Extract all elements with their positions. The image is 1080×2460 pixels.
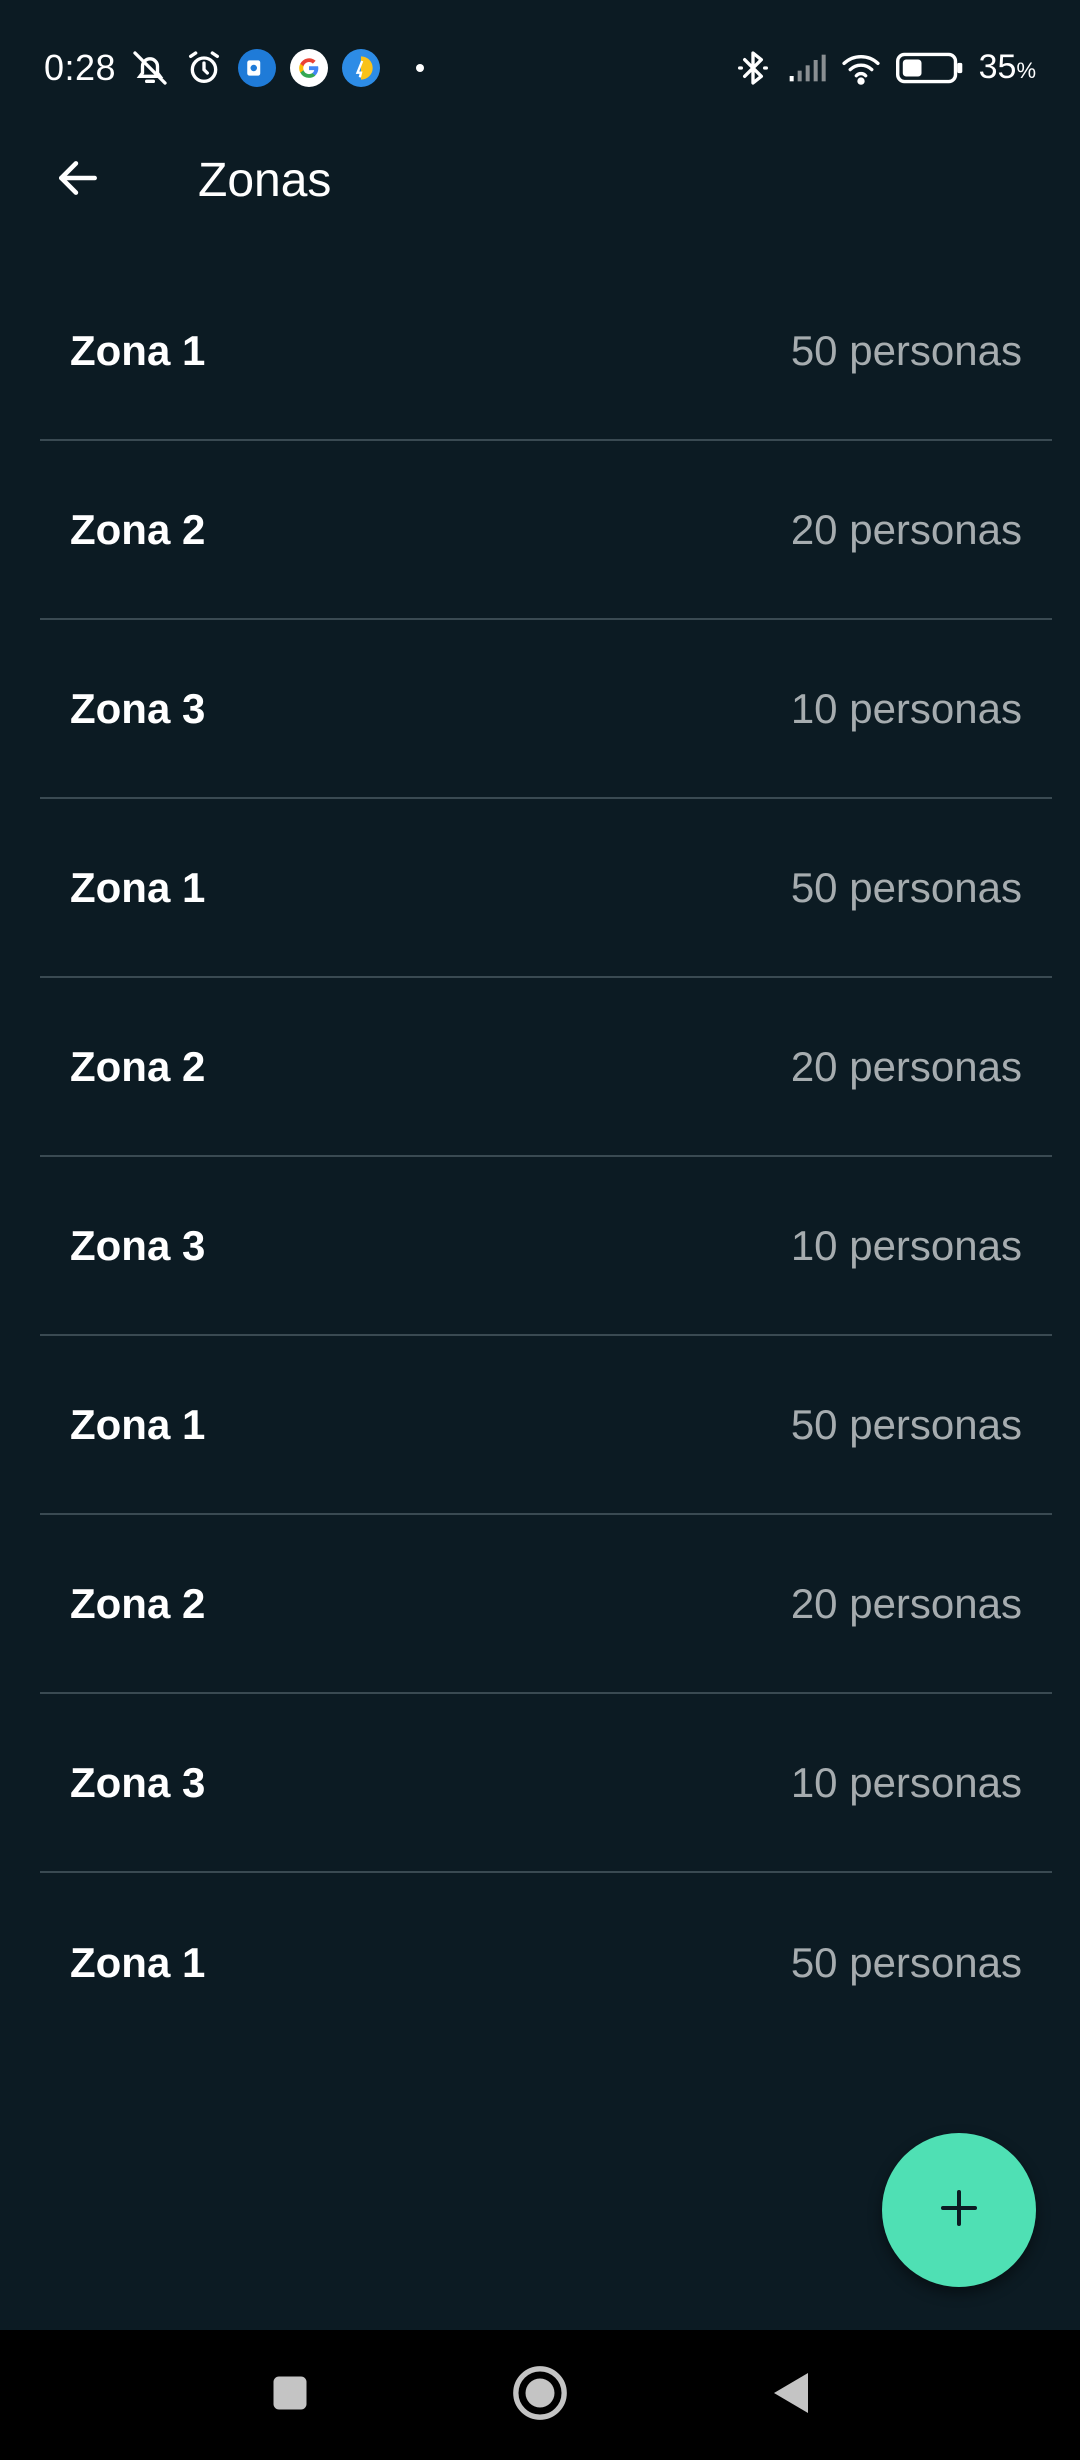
zone-count: 50 personas [790,1938,1022,1986]
screen: 0:28 35% Zonas Zona 1 50 personas Zona 2… [0,0,1080,2460]
zone-count: 10 personas [790,684,1022,732]
zone-count: 10 personas [790,1221,1022,1269]
list-item[interactable]: Zona 2 20 personas [40,978,1052,1157]
home-button[interactable] [505,2360,575,2430]
google-icon [290,48,329,87]
wifi-icon [841,48,881,88]
back-nav-button[interactable] [755,2360,825,2430]
bluetooth-icon [733,48,773,88]
navigation-bar [0,2330,1080,2460]
zone-count: 20 personas [790,1042,1022,1090]
zone-count: 20 personas [790,505,1022,553]
status-time: 0:28 [44,46,117,88]
add-zone-button[interactable] [882,2133,1036,2287]
zone-name: Zona 3 [70,1758,206,1806]
zone-name: Zona 1 [70,863,206,911]
list-item[interactable]: Zona 1 50 personas [40,1336,1052,1515]
circle-icon [511,2364,569,2427]
status-bar-left: 0:28 [44,46,425,89]
list-item[interactable]: Zona 1 50 personas [40,262,1052,441]
battery-percent: 35% [979,48,1036,87]
battery-unit: % [1016,58,1036,83]
zone-name: Zona 2 [70,1579,206,1627]
list-item[interactable]: Zona 1 50 personas [40,799,1052,978]
zone-name: Zona 1 [70,1938,206,1986]
zone-count: 20 personas [790,1579,1022,1627]
zone-name: Zona 1 [70,326,206,374]
zone-count: 50 personas [790,326,1022,374]
arrow-left-icon [53,153,103,208]
outlook-icon [238,48,277,87]
plus-icon [935,2184,983,2237]
list-item[interactable]: Zona 3 10 personas [40,1694,1052,1873]
list-item[interactable]: Zona 1 50 personas [40,1873,1052,2052]
page-title: Zonas [198,153,332,207]
app-bar: Zonas [0,135,1080,225]
zone-name: Zona 3 [70,684,206,732]
zone-name: Zona 2 [70,505,206,553]
zone-name: Zona 1 [70,1400,206,1448]
status-bar: 0:28 35% [0,0,1080,135]
status-bar-right: 35% [733,48,1036,88]
battery-icon [895,48,965,88]
list-item[interactable]: Zona 2 20 personas [40,1515,1052,1694]
app-icon [342,48,381,87]
alarm-icon [184,48,224,88]
zone-name: Zona 2 [70,1042,206,1090]
list-item[interactable]: Zona 3 10 personas [40,620,1052,799]
zone-list: Zona 1 50 personas Zona 2 20 personas Zo… [40,262,1052,2052]
zone-count: 50 personas [790,863,1022,911]
signal-icon [787,48,827,88]
list-item[interactable]: Zona 2 20 personas [40,441,1052,620]
back-button[interactable] [38,140,118,220]
zone-name: Zona 3 [70,1221,206,1269]
list-item[interactable]: Zona 3 10 personas [40,1157,1052,1336]
triangle-back-icon [768,2369,812,2422]
zone-count: 50 personas [790,1400,1022,1448]
zone-count: 10 personas [790,1758,1022,1806]
mute-notifications-icon [130,48,170,88]
recents-button[interactable] [255,2360,325,2430]
notification-dot [416,63,425,72]
square-icon [268,2371,312,2420]
battery-value: 35 [978,48,1017,86]
